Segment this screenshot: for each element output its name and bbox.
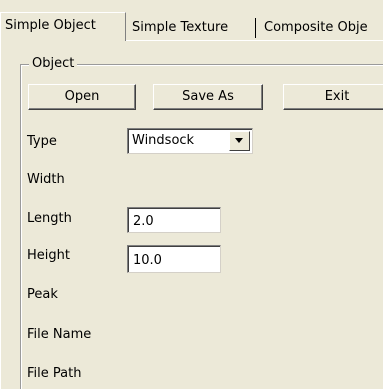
exit-button[interactable]: Exit bbox=[283, 84, 383, 110]
height-field[interactable] bbox=[127, 245, 221, 273]
object-editor-window: Simple Object Simple Texture Composite O… bbox=[0, 0, 383, 389]
file-path-label: File Path bbox=[27, 366, 82, 381]
open-button[interactable]: Open bbox=[28, 84, 136, 110]
save-as-button[interactable]: Save As bbox=[153, 84, 263, 110]
length-label: Length bbox=[27, 211, 72, 226]
chevron-down-icon[interactable] bbox=[229, 131, 250, 151]
height-label: Height bbox=[27, 248, 70, 263]
file-name-label: File Name bbox=[27, 327, 92, 342]
tab-simple-texture[interactable]: Simple Texture bbox=[128, 16, 232, 40]
type-select[interactable]: Windsock bbox=[127, 128, 253, 154]
length-field[interactable] bbox=[127, 207, 221, 233]
tab-simple-object[interactable]: Simple Object bbox=[0, 12, 126, 41]
type-label: Type bbox=[27, 134, 57, 149]
width-label: Width bbox=[27, 172, 65, 187]
tab-composite-object[interactable]: Composite Obje bbox=[260, 16, 372, 40]
tab-separator bbox=[255, 18, 256, 38]
type-select-value: Windsock bbox=[132, 133, 195, 148]
object-groupbox-title: Object bbox=[29, 56, 78, 72]
tab-strip: Simple Object Simple Texture Composite O… bbox=[0, 0, 383, 41]
peak-label: Peak bbox=[27, 287, 58, 302]
